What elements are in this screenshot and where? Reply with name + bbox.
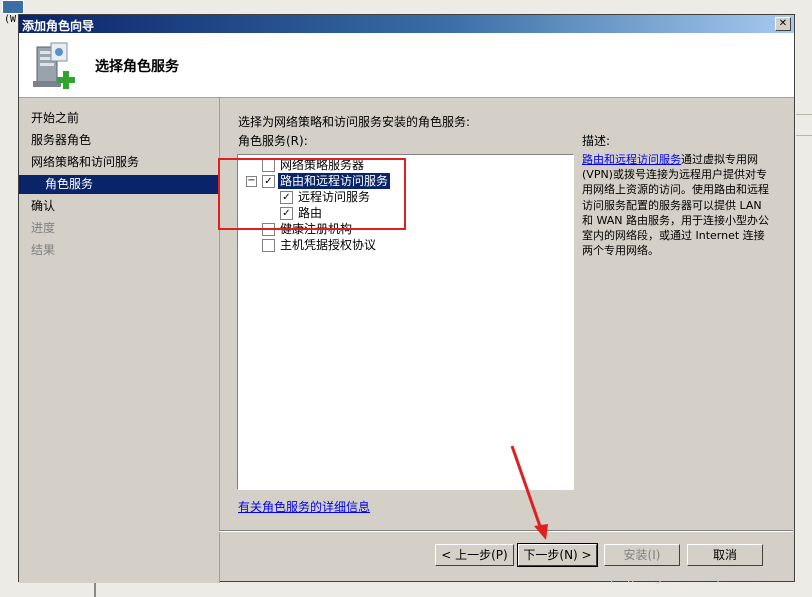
add-roles-wizard-dialog: 添加角色向导 ✕ 选择角色服务 开始之前 服务器角色 网络策略和访问服务 角色服… — [18, 14, 795, 583]
nav-item-server-roles[interactable]: 服务器角色 — [31, 131, 91, 150]
nav-item-progress: 进度 — [31, 221, 56, 235]
tree-item-label: 网络策略服务器 — [280, 158, 365, 172]
background-label: (W — [4, 14, 17, 25]
description-body: 通过虚拟专用网(VPN)或拨号连接为远程用户提供对专用网络上资源的访问。使用路由… — [582, 153, 770, 258]
server-role-icon — [33, 42, 75, 89]
background-bottom — [0, 582, 812, 597]
content-pane: 选择为网络策略和访问服务安装的角色服务: 角色服务(R): 网络策略服务器 − … — [220, 98, 794, 531]
nav-item-results: 结果 — [31, 243, 56, 257]
tree-item-routing[interactable]: ✓ 路由 — [238, 205, 568, 221]
collapse-icon[interactable]: − — [246, 176, 257, 187]
nav-item-role-services[interactable]: 角色服务 — [19, 175, 219, 194]
more-info-link[interactable]: 有关角色服务的详细信息 — [238, 498, 370, 515]
checkbox-routing[interactable]: ✓ — [280, 207, 293, 220]
nav-item-npas[interactable]: 网络策略和访问服务 — [31, 153, 139, 172]
tree-item-label: 远程访问服务 — [298, 190, 371, 204]
checkbox-network-policy-server[interactable] — [262, 159, 275, 172]
page-title: 选择角色服务 — [95, 59, 179, 75]
tree-item-routing-remote-access[interactable]: − ✓ 路由和远程访问服务 — [238, 173, 568, 189]
wizard-header: 选择角色服务 — [19, 33, 794, 98]
instruction-text: 选择为网络策略和访问服务安装的角色服务: — [238, 115, 471, 129]
role-services-tree[interactable]: 网络策略服务器 − ✓ 路由和远程访问服务 ✓ 远程访问服务 ✓ 路由 健康注册… — [237, 154, 574, 490]
nav-item-confirmation[interactable]: 确认 — [31, 197, 55, 216]
background-left — [0, 14, 18, 597]
close-button[interactable]: ✕ — [775, 17, 791, 31]
background-splitter — [94, 582, 96, 597]
title-bar[interactable]: 添加角色向导 ✕ — [19, 15, 794, 33]
tree-item-host-credential-authorization[interactable]: 主机凭据授权协议 — [238, 237, 568, 253]
background-right — [796, 14, 812, 597]
description-label: 描述: — [582, 134, 611, 148]
description-text: 路由和远程访问服务通过虚拟专用网(VPN)或拨号连接为远程用户提供对专用网络上资… — [582, 152, 772, 258]
watermark: https://blog.csdn.net/cbcrzcbc — [593, 570, 775, 584]
install-button: 安装(I) — [604, 544, 680, 566]
tree-item-label: 主机凭据授权协议 — [280, 238, 377, 252]
app-icon — [2, 0, 24, 14]
checkbox-remote-access-service[interactable]: ✓ — [280, 191, 293, 204]
button-divider — [219, 530, 793, 531]
cancel-button[interactable]: 取消 — [687, 544, 763, 566]
checkbox-health-registration-authority[interactable] — [262, 223, 275, 236]
tree-item-health-registration-authority[interactable]: 健康注册机构 — [238, 221, 568, 237]
background-divider — [796, 135, 812, 136]
background-toolbar — [0, 0, 812, 15]
tree-item-label: 健康注册机构 — [280, 222, 353, 236]
checkbox-routing-remote-access[interactable]: ✓ — [262, 175, 275, 188]
tree-item-network-policy-server[interactable]: 网络策略服务器 — [238, 157, 568, 173]
role-services-label: 角色服务(R): — [238, 134, 308, 148]
wizard-navigation: 开始之前 服务器角色 网络策略和访问服务 角色服务 确认 进度 结果 — [19, 98, 220, 583]
checkbox-host-credential-authorization[interactable] — [262, 239, 275, 252]
tree-item-remote-access-service[interactable]: ✓ 远程访问服务 — [238, 189, 568, 205]
window-title: 添加角色向导 — [22, 19, 95, 33]
tree-item-label: 路由和远程访问服务 — [278, 173, 391, 189]
back-button[interactable]: < 上一步(P) — [435, 544, 514, 566]
nav-item-before-you-begin[interactable]: 开始之前 — [31, 109, 79, 128]
next-button[interactable]: 下一步(N) > — [517, 543, 598, 567]
tree-item-label: 路由 — [298, 206, 323, 220]
description-link[interactable]: 路由和远程访问服务 — [582, 153, 681, 166]
background-divider — [796, 114, 812, 115]
